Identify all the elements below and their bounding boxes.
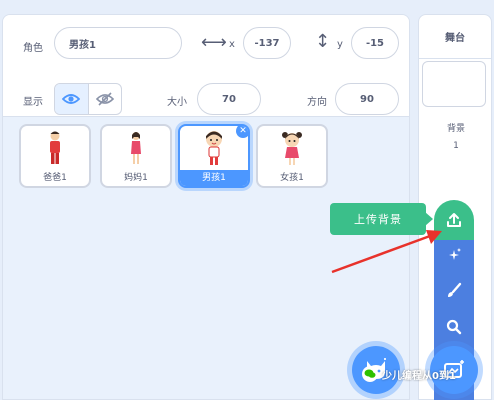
sprite-tile-mom[interactable]: 妈妈1 (100, 124, 172, 188)
dad-costume-thumbnail (21, 130, 89, 166)
x-input[interactable]: -137 (243, 27, 291, 59)
sprite-tile-label: 爸爸1 (43, 173, 67, 183)
size-input[interactable]: 70 (197, 83, 261, 115)
backdrops-count: 1 (453, 141, 459, 151)
stage-title: 舞台 (419, 15, 491, 59)
sprite-tile-boy[interactable]: ✕ 男孩1 (178, 124, 250, 188)
eye-icon (62, 94, 81, 104)
surprise-icon (449, 248, 461, 260)
y-input[interactable]: -15 (351, 27, 399, 59)
x-label: x (229, 39, 235, 50)
sprite-name-input[interactable]: 男孩1 (54, 27, 182, 59)
girl-costume-thumbnail (258, 130, 326, 166)
backdrops-label: 背景 (446, 124, 465, 134)
upload-backdrop-button[interactable] (434, 200, 474, 240)
search-icon (446, 319, 462, 335)
delete-sprite-icon[interactable]: ✕ (236, 126, 248, 138)
paint-brush-icon (448, 282, 462, 297)
sprite-tile-dad[interactable]: 爸爸1 (19, 124, 91, 188)
sprite-tile-girl[interactable]: 女孩1 (256, 124, 328, 188)
mom-costume-thumbnail (102, 130, 170, 166)
vertical-arrows-icon: ↕ (315, 31, 331, 52)
show-label: 显示 (23, 97, 43, 108)
eye-slash-icon (95, 92, 114, 106)
visibility-toggle (54, 83, 122, 115)
size-label: 大小 (167, 97, 187, 108)
sprite-label: 角色 (23, 43, 43, 54)
wechat-icon (362, 366, 378, 382)
direction-label: 方向 (307, 97, 327, 108)
horizontal-arrows-icon: ⟷ (201, 32, 227, 53)
watermark: 少儿编程从0到1 (362, 366, 456, 382)
y-label: y (337, 39, 343, 50)
sprite-tile-label: 妈妈1 (124, 173, 148, 183)
sprite-tile-label: 女孩1 (280, 173, 304, 183)
stage-thumbnail[interactable] (422, 61, 486, 107)
direction-input[interactable]: 90 (335, 83, 399, 115)
upload-icon (447, 213, 461, 227)
show-button[interactable] (55, 84, 88, 114)
paint-backdrop-button[interactable] (434, 276, 474, 306)
upload-backdrop-tooltip: 上传背景 (330, 203, 433, 235)
sprite-tile-label: 男孩1 (180, 170, 248, 186)
surprise-backdrop-button[interactable] (434, 240, 474, 270)
watermark-text: 少儿编程从0到1 (382, 370, 456, 382)
hide-button[interactable] (87, 84, 121, 114)
search-backdrop-button[interactable] (434, 312, 474, 342)
sprite-info-panel: 角色 男孩1 ⟷ x -137 ↕ y -15 显示 大小 70 方向 90 (3, 15, 409, 117)
